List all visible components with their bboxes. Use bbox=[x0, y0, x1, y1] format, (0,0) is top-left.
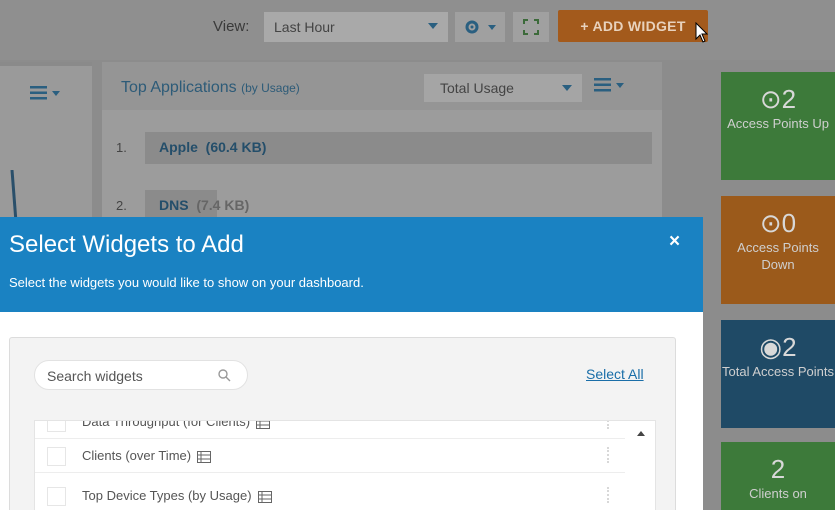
application-rank: 2. bbox=[116, 198, 127, 213]
select-widgets-modal: Select Widgets to Add Select the widgets… bbox=[0, 217, 703, 510]
drag-handle[interactable] bbox=[607, 421, 610, 429]
add-widget-button[interactable]: + ADD WIDGET bbox=[558, 10, 708, 42]
scroll-up-icon[interactable] bbox=[637, 431, 645, 436]
top-applications-title: Top Applications (by Usage) bbox=[121, 79, 300, 96]
drag-handle[interactable] bbox=[607, 447, 610, 463]
widget-name: Data Throughput (for Clients) bbox=[82, 421, 271, 429]
tile-label: Clients on bbox=[749, 486, 807, 501]
chevron-down-icon bbox=[428, 23, 438, 29]
application-row[interactable]: 1. Apple (60.4 KB) bbox=[102, 126, 662, 168]
table-icon bbox=[197, 450, 212, 463]
view-select[interactable]: Last Hour bbox=[264, 12, 448, 42]
settings-button[interactable] bbox=[455, 12, 505, 42]
view-select-value: Last Hour bbox=[274, 19, 335, 35]
usage-select[interactable]: Total Usage bbox=[424, 74, 582, 102]
widget-name: Top Device Types (by Usage) bbox=[82, 488, 272, 503]
search-widgets-field[interactable] bbox=[34, 360, 248, 390]
menu-icon[interactable] bbox=[30, 86, 60, 100]
widget-checkbox[interactable] bbox=[47, 421, 66, 432]
widget-list-item[interactable]: Top Device Types (by Usage) bbox=[35, 479, 625, 510]
tile-clients-on[interactable]: 2 Clients on bbox=[721, 442, 835, 510]
tile-label: Total Access Points bbox=[722, 364, 834, 379]
fullscreen-button[interactable] bbox=[513, 12, 549, 42]
widget-list-scrollbar[interactable] bbox=[627, 421, 655, 510]
tile-count: ⊙2 bbox=[759, 84, 797, 114]
top-applications-header: Top Applications (by Usage) Total Usage bbox=[102, 62, 662, 110]
tile-access-points-up[interactable]: ⊙2 Access Points Up bbox=[721, 72, 835, 180]
widget-name: Clients (over Time) bbox=[82, 448, 212, 463]
top-applications-panel: Top Applications (by Usage) Total Usage … bbox=[102, 62, 662, 222]
table-icon bbox=[257, 490, 272, 503]
mouse-cursor-icon bbox=[695, 22, 709, 43]
widget-checkbox[interactable] bbox=[47, 447, 66, 466]
gear-icon bbox=[465, 20, 479, 34]
application-name: Apple (60.4 KB) bbox=[159, 139, 267, 155]
tile-count: ⊙0 bbox=[759, 208, 797, 238]
application-name: DNS (7.4 KB) bbox=[159, 197, 250, 213]
tile-total-access-points[interactable]: ◉2 Total Access Points bbox=[721, 320, 835, 428]
search-icon bbox=[218, 369, 231, 382]
menu-icon[interactable] bbox=[594, 78, 624, 92]
widget-picker: Select All Data Throughput (for Clients)… bbox=[9, 337, 676, 510]
widget-list-item[interactable]: Data Throughput (for Clients) bbox=[35, 421, 625, 439]
usage-select-value: Total Usage bbox=[440, 80, 514, 96]
modal-subtitle: Select the widgets you would like to sho… bbox=[9, 275, 364, 290]
chevron-down-icon bbox=[488, 25, 496, 30]
widget-list: Data Throughput (for Clients) Clients (o… bbox=[34, 420, 656, 510]
application-rank: 1. bbox=[116, 140, 127, 155]
tile-count: 2 bbox=[770, 454, 786, 484]
chart-line-fragment bbox=[10, 170, 18, 222]
tile-label: Access Points Down bbox=[737, 240, 819, 272]
widget-list-item[interactable]: Clients (over Time) bbox=[35, 439, 625, 473]
modal-title: Select Widgets to Add bbox=[9, 231, 244, 258]
dashboard-page: View: Last Hour + ADD WIDGET Top Applica… bbox=[0, 0, 835, 510]
chevron-down-icon bbox=[562, 85, 572, 91]
expand-icon bbox=[523, 19, 539, 35]
select-all-link[interactable]: Select All bbox=[586, 366, 644, 382]
table-icon bbox=[256, 421, 271, 429]
search-input[interactable] bbox=[47, 366, 207, 386]
modal-body: Select All Data Throughput (for Clients)… bbox=[0, 312, 703, 510]
modal-header: Select Widgets to Add Select the widgets… bbox=[0, 217, 703, 312]
application-size: (7.4 KB) bbox=[196, 197, 250, 213]
view-label: View: bbox=[213, 18, 250, 35]
close-icon[interactable]: × bbox=[669, 231, 680, 253]
tile-count: ◉2 bbox=[759, 332, 797, 362]
widget-checkbox[interactable] bbox=[47, 487, 66, 506]
dashboard-toolbar: View: Last Hour + ADD WIDGET bbox=[0, 0, 835, 60]
tile-label: Access Points Up bbox=[727, 116, 829, 131]
application-size: (60.4 KB) bbox=[205, 139, 267, 155]
tile-access-points-down[interactable]: ⊙0 Access Points Down bbox=[721, 196, 835, 304]
drag-handle[interactable] bbox=[607, 487, 610, 503]
